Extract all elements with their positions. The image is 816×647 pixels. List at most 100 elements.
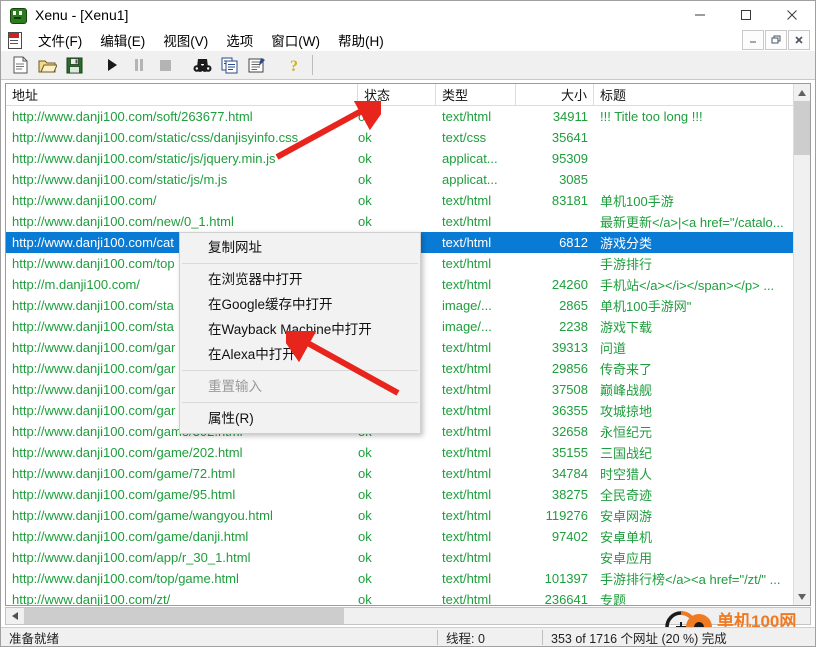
context-menu-item-open-in-google-cache[interactable]: 在Google缓存中打开 (180, 292, 420, 317)
cell-size: 83181 (551, 193, 588, 208)
table-row[interactable]: http://www.danji100.com/app/r_30_1.html o… (6, 547, 794, 568)
cell-type: text/html (442, 235, 492, 250)
menu-item-edit[interactable]: 编辑(E) (91, 28, 154, 52)
menu-item-options[interactable]: 选项 (217, 28, 262, 52)
cell-size: 34911 (552, 109, 588, 124)
cell-type: text/html (442, 487, 492, 502)
cell-size: 2238 (559, 319, 588, 334)
menu-item-file[interactable]: 文件(F) (29, 28, 91, 52)
copy-icon[interactable] (217, 53, 242, 77)
column-header-size[interactable]: 大小 (516, 84, 594, 105)
cell-size: 35155 (551, 445, 588, 460)
cell-status: ok (358, 193, 372, 208)
open-folder-icon[interactable] (35, 53, 60, 77)
cell-status: ok (358, 508, 372, 523)
table-row[interactable]: http://www.danji100.com/game/202.html ok t… (6, 442, 794, 463)
column-header-status[interactable]: 状态 (358, 84, 436, 105)
context-menu-item-properties[interactable]: 属性(R) (180, 406, 420, 431)
table-row[interactable]: http://www.danji100.com/game/95.html ok te… (6, 484, 794, 505)
save-icon[interactable] (62, 53, 87, 77)
cell-type: text/html (442, 403, 492, 418)
window-controls (677, 1, 815, 29)
cell-title: 传奇来了 (600, 362, 653, 377)
cell-address: http://www.danji100.com/game/wangyou.htm… (12, 508, 273, 523)
new-file-icon[interactable] (8, 53, 33, 77)
context-menu[interactable]: 复制网址 在浏览器中打开 在Google缓存中打开 在Wayback Machi… (179, 232, 421, 434)
table-row[interactable]: http://www.danji100.com/static/css/danji… (6, 127, 794, 148)
cell-address: http://www.danji100.com/game/202.html (12, 445, 243, 460)
table-row[interactable]: http://www.danji100.com/game/wangyou.htm… (6, 505, 794, 526)
table-row[interactable]: http://www.danji100.com/game/72.html ok te… (6, 463, 794, 484)
cell-type: text/html (442, 508, 492, 523)
cell-title: 游戏分类 (600, 236, 653, 251)
cell-title: 安卓应用 (600, 551, 653, 566)
table-row[interactable]: http://www.danji100.com/new/0_1.html ok te… (6, 211, 794, 232)
cell-status: ok (358, 445, 372, 460)
context-menu-separator (182, 402, 418, 403)
scroll-down-arrow-icon[interactable] (794, 588, 810, 605)
cell-type: text/html (442, 214, 492, 229)
cell-title: 永恒纪元 (600, 425, 653, 440)
minimize-icon[interactable] (677, 1, 723, 29)
horizontal-scrollbar[interactable] (5, 607, 811, 625)
horizontal-scroll-thumb[interactable] (24, 608, 344, 624)
vertical-scroll-thumb[interactable] (794, 101, 810, 155)
mdi-minimize-icon[interactable] (742, 30, 764, 50)
binoculars-icon[interactable] (190, 53, 215, 77)
column-header-title[interactable]: 标题 (594, 84, 794, 105)
cell-title: 巅峰战舰 (600, 383, 653, 398)
table-row[interactable]: http://www.danji100.com/zt/ok text/html 23… (6, 589, 794, 606)
cell-status: ok (358, 151, 372, 166)
context-menu-item-open-in-browser[interactable]: 在浏览器中打开 (180, 267, 420, 292)
cell-title: 三国战纪 (600, 446, 653, 461)
scroll-left-arrow-icon[interactable] (6, 608, 23, 624)
mdi-close-icon[interactable] (788, 30, 810, 50)
cell-address: http://www.danji100.com/game/95.html (12, 487, 236, 502)
scroll-up-arrow-icon[interactable] (794, 84, 810, 101)
cell-title: 手游排行榜</a><a href="/zt/" ... (600, 572, 781, 587)
menu-item-window[interactable]: 窗口(W) (262, 28, 329, 52)
mdi-restore-icon[interactable] (765, 30, 787, 50)
menu-item-view[interactable]: 视图(V) (154, 28, 217, 52)
context-menu-item-reset-input: 重置输入 (208, 379, 262, 394)
play-icon[interactable] (99, 53, 124, 77)
column-header-address[interactable]: 地址 (6, 84, 358, 105)
menu-bar: 文件(F) 编辑(E) 视图(V) 选项 窗口(W) 帮助(H) (1, 29, 815, 51)
column-header-type[interactable]: 类型 (436, 84, 516, 105)
toolbar: ? (1, 51, 815, 80)
stop-icon[interactable] (153, 53, 178, 77)
context-menu-item-copy-url[interactable]: 复制网址 (180, 235, 420, 260)
cell-size: 101397 (544, 571, 588, 586)
document-icon (7, 32, 23, 49)
table-row[interactable]: http://www.danji100.com/static/js/m.js ok… (6, 169, 794, 190)
cell-type: text/html (442, 109, 492, 124)
cell-size: 236641 (544, 592, 588, 606)
table-row[interactable]: http://www.danji100.com/game/danji.html o… (6, 526, 794, 547)
cell-type: text/html (442, 592, 492, 606)
table-row[interactable]: http://www.danji100.com/top/game.html ok t… (6, 568, 794, 589)
vertical-scrollbar[interactable] (793, 84, 810, 605)
help-icon[interactable]: ? (281, 53, 306, 77)
close-icon[interactable] (769, 1, 815, 29)
cell-size: 36355 (551, 403, 588, 418)
table-row[interactable]: http://www.danji100.com/static/js/jquery… (6, 148, 794, 169)
cell-type: applicat... (442, 172, 498, 187)
cell-size: 97402 (551, 529, 588, 544)
cell-status: ok (358, 109, 372, 124)
title-bar: Xenu - [Xenu1] (1, 1, 815, 29)
cell-type: text/css (442, 130, 487, 145)
properties-icon[interactable] (244, 53, 269, 77)
cell-size: 38275 (551, 487, 588, 502)
maximize-icon[interactable] (723, 1, 769, 29)
context-menu-item-open-in-wayback-machine[interactable]: 在Wayback Machine中打开 (180, 317, 420, 342)
cell-address: http://www.danji100.com/static/js/m.js (12, 172, 228, 187)
table-row[interactable]: http://www.danji100.com/ok text/html 83181… (6, 190, 794, 211)
table-row[interactable]: http://www.danji100.com/soft/263677.html… (6, 106, 794, 127)
xenu-frog-icon (9, 6, 27, 24)
cell-title: 攻城掠地 (600, 404, 653, 419)
pause-icon[interactable] (126, 53, 151, 77)
context-menu-item-open-in-alexa[interactable]: 在Alexa中打开 (180, 342, 420, 367)
cell-type: text/html (442, 256, 492, 271)
menu-item-help[interactable]: 帮助(H) (329, 28, 393, 52)
cell-address: http://www.danji100.com/soft/263677.html (12, 109, 253, 124)
